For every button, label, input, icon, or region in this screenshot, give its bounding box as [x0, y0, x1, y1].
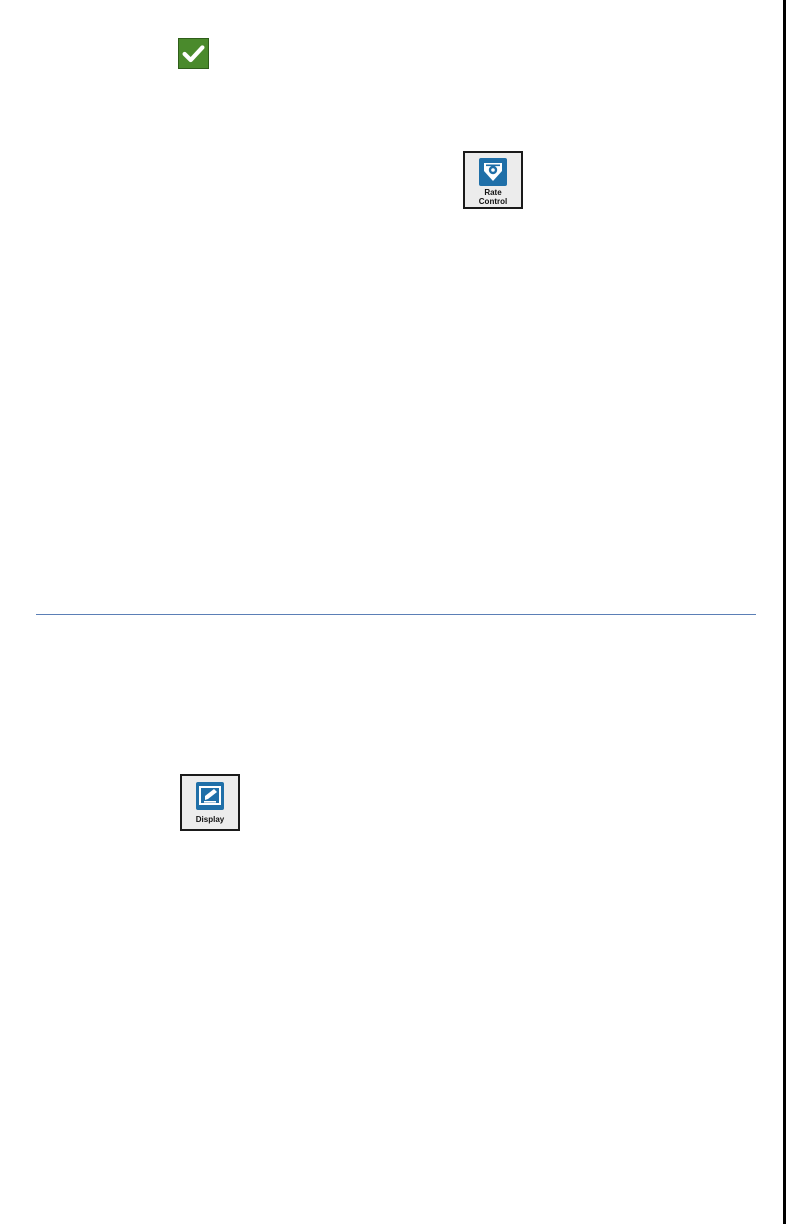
- display-icon: [196, 782, 224, 810]
- checkmark-icon: [178, 38, 209, 69]
- rate-control-label: Rate Control: [478, 188, 508, 206]
- section-divider: [36, 614, 756, 615]
- display-label: Display: [195, 815, 225, 824]
- display-button[interactable]: Display: [180, 774, 240, 831]
- page-edge-border: [783, 0, 786, 1224]
- rate-control-icon: [479, 158, 507, 186]
- rate-control-button[interactable]: Rate Control: [463, 151, 523, 209]
